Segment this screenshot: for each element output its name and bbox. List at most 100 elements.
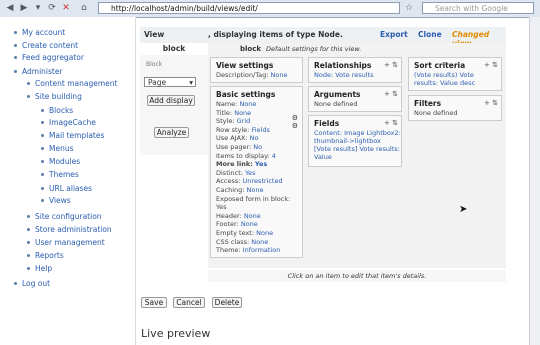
sidebar-item[interactable]: Store administration — [35, 225, 112, 234]
cancel-button[interactable]: Cancel — [173, 297, 205, 308]
edit-hint-text: Click on an item to edit that item's det… — [287, 272, 427, 280]
sidebar-item[interactable]: ImageCache — [49, 118, 96, 127]
display-type-select[interactable]: Page ▾ — [144, 77, 196, 87]
setting-value-link[interactable]: Unrestricted — [243, 177, 283, 185]
setting-label: CSS class: — [216, 237, 250, 246]
save-button[interactable]: Save — [141, 297, 167, 308]
sidebar-item[interactable]: Views — [49, 196, 71, 205]
field-item[interactable]: Content: Image Lightbox2: — [314, 129, 401, 137]
analyze-label: Analyze — [156, 128, 187, 137]
sidebar-item[interactable]: URL aliases — [49, 184, 92, 193]
forward-icon[interactable]: ▶ — [18, 2, 30, 14]
field-item[interactable]: thumbnail->lightbox — [314, 137, 381, 145]
add-rearrange-icons[interactable]: + ⇅ — [484, 61, 498, 69]
bullet-icon — [14, 44, 17, 47]
mouse-cursor-icon: ➤ — [459, 204, 468, 215]
home-icon[interactable]: ⌂ — [78, 2, 90, 14]
sidebar-item[interactable]: Site building — [35, 92, 82, 101]
stop-icon[interactable]: ✕ — [60, 2, 72, 14]
gear-icon[interactable]: ⚙ — [292, 122, 298, 130]
sort-item[interactable]: (Vote results) Vote — [414, 71, 474, 79]
bullet-icon — [41, 173, 44, 176]
gear-icon[interactable]: ⚙ — [292, 114, 298, 122]
sidebar-item[interactable]: Mail templates — [49, 131, 104, 140]
field-item[interactable]: [Vote results] Vote results: — [314, 145, 400, 153]
sidebar-item[interactable]: My account — [22, 28, 65, 37]
add-display-button[interactable]: Add display — [147, 95, 195, 106]
bullet-icon — [14, 56, 17, 59]
setting-label: Theme: — [216, 246, 241, 255]
setting-value-link[interactable]: None — [244, 212, 261, 220]
bullet-icon — [41, 134, 44, 137]
search-input[interactable]: Search with Google — [422, 2, 534, 14]
chevron-down-icon: ▾ — [189, 78, 193, 87]
sidebar-item[interactable]: Blocks — [49, 106, 73, 115]
setting-value-link[interactable]: Yes — [255, 160, 267, 168]
relationship-item[interactable]: Node: Vote results — [314, 71, 374, 79]
setting-value-link[interactable]: No — [253, 143, 262, 151]
delete-button[interactable]: Delete — [212, 297, 242, 308]
add-rearrange-icons[interactable]: + ⇅ — [384, 90, 398, 98]
vertical-scrollbar[interactable] — [529, 17, 540, 345]
search-placeholder: Search with Google — [435, 4, 508, 13]
sidebar-item[interactable]: Themes — [49, 170, 79, 179]
fields-box: Fields + ⇅ Content: Image Lightbox2: thu… — [308, 115, 402, 167]
setting-label: Caching: — [216, 186, 245, 194]
setting-value-link[interactable]: Fields — [251, 126, 269, 134]
filters-none: None defined — [414, 109, 458, 117]
basic-setting-row: Distinct: Yes — [216, 169, 256, 177]
setting-value-link[interactable]: None — [239, 100, 256, 108]
setting-value-link[interactable]: None — [234, 109, 251, 117]
basic-setting-row: Access: Unrestricted — [216, 177, 283, 185]
sidebar-item[interactable]: User management — [35, 238, 105, 247]
sidebar-item[interactable]: Menus — [49, 144, 74, 153]
sort-criteria-box: Sort criteria + ⇅ (Vote results) Vote re… — [408, 57, 502, 91]
clone-link[interactable]: Clone — [418, 30, 442, 39]
analyze-button[interactable]: Analyze — [154, 127, 189, 138]
setting-value-link[interactable]: Grid — [237, 117, 251, 125]
description-tag-link[interactable]: None — [270, 71, 287, 79]
tab-block-display[interactable]: block — [140, 43, 208, 55]
setting-value-link[interactable]: No — [250, 134, 259, 142]
field-item[interactable]: Value — [314, 153, 332, 161]
sort-item[interactable]: results: Value desc — [414, 79, 475, 87]
setting-value-link[interactable]: None — [251, 238, 268, 246]
add-display-label: Add display — [149, 96, 193, 105]
setting-value-link[interactable]: Yes — [245, 169, 256, 177]
reload-icon[interactable]: ⟳ — [46, 2, 58, 14]
basic-settings-box: Basic settings ⚙ ⚙ Name: None Title: None… — [210, 86, 303, 258]
basic-setting-row: Use pager: No — [216, 143, 262, 151]
setting-value-link[interactable]: None — [241, 220, 258, 228]
sidebar-item[interactable]: Reports — [35, 251, 64, 260]
setting-value-link[interactable]: None — [256, 229, 273, 237]
sidebar-item[interactable]: Create content — [22, 41, 78, 50]
sidebar-item[interactable]: Site configuration — [35, 212, 102, 221]
export-link[interactable]: Export — [380, 30, 408, 39]
add-rearrange-icons[interactable]: + ⇅ — [384, 61, 398, 69]
view-label: View — [144, 30, 165, 39]
block-description: Default settings for this view. — [266, 45, 362, 53]
url-bar[interactable]: http://localhost/admin/build/views/edit/ — [98, 2, 400, 14]
basic-setting-row: Header: None — [216, 212, 261, 220]
setting-value-link[interactable]: None — [247, 186, 264, 194]
sidebar-item[interactable]: Administer — [22, 67, 63, 76]
row-label: Description/Tag: — [216, 71, 269, 79]
sidebar-item[interactable]: Modules — [49, 157, 80, 166]
filters-box: Filters + ⇅ None defined — [408, 95, 502, 121]
live-preview-heading: Live preview — [141, 327, 211, 340]
bookmark-star-icon[interactable]: ☆ — [403, 2, 415, 14]
sidebar-item[interactable]: Content management — [35, 79, 117, 88]
bullet-icon — [41, 121, 44, 124]
dropdown-icon[interactable]: ▾ — [32, 2, 44, 14]
sidebar-nav — [0, 17, 136, 345]
sidebar-item[interactable]: Log out — [22, 279, 50, 288]
filters-title: Filters — [414, 99, 442, 108]
back-icon[interactable]: ◀ — [4, 2, 16, 14]
block-name: block — [240, 45, 262, 53]
setting-value-link[interactable]: 4 — [272, 152, 276, 160]
add-rearrange-icons[interactable]: + ⇅ — [384, 119, 398, 127]
add-rearrange-icons[interactable]: + ⇅ — [484, 99, 498, 107]
sidebar-item[interactable]: Help — [35, 264, 52, 273]
setting-value-link[interactable]: Information — [243, 246, 281, 254]
sidebar-item[interactable]: Feed aggregator — [22, 53, 84, 62]
